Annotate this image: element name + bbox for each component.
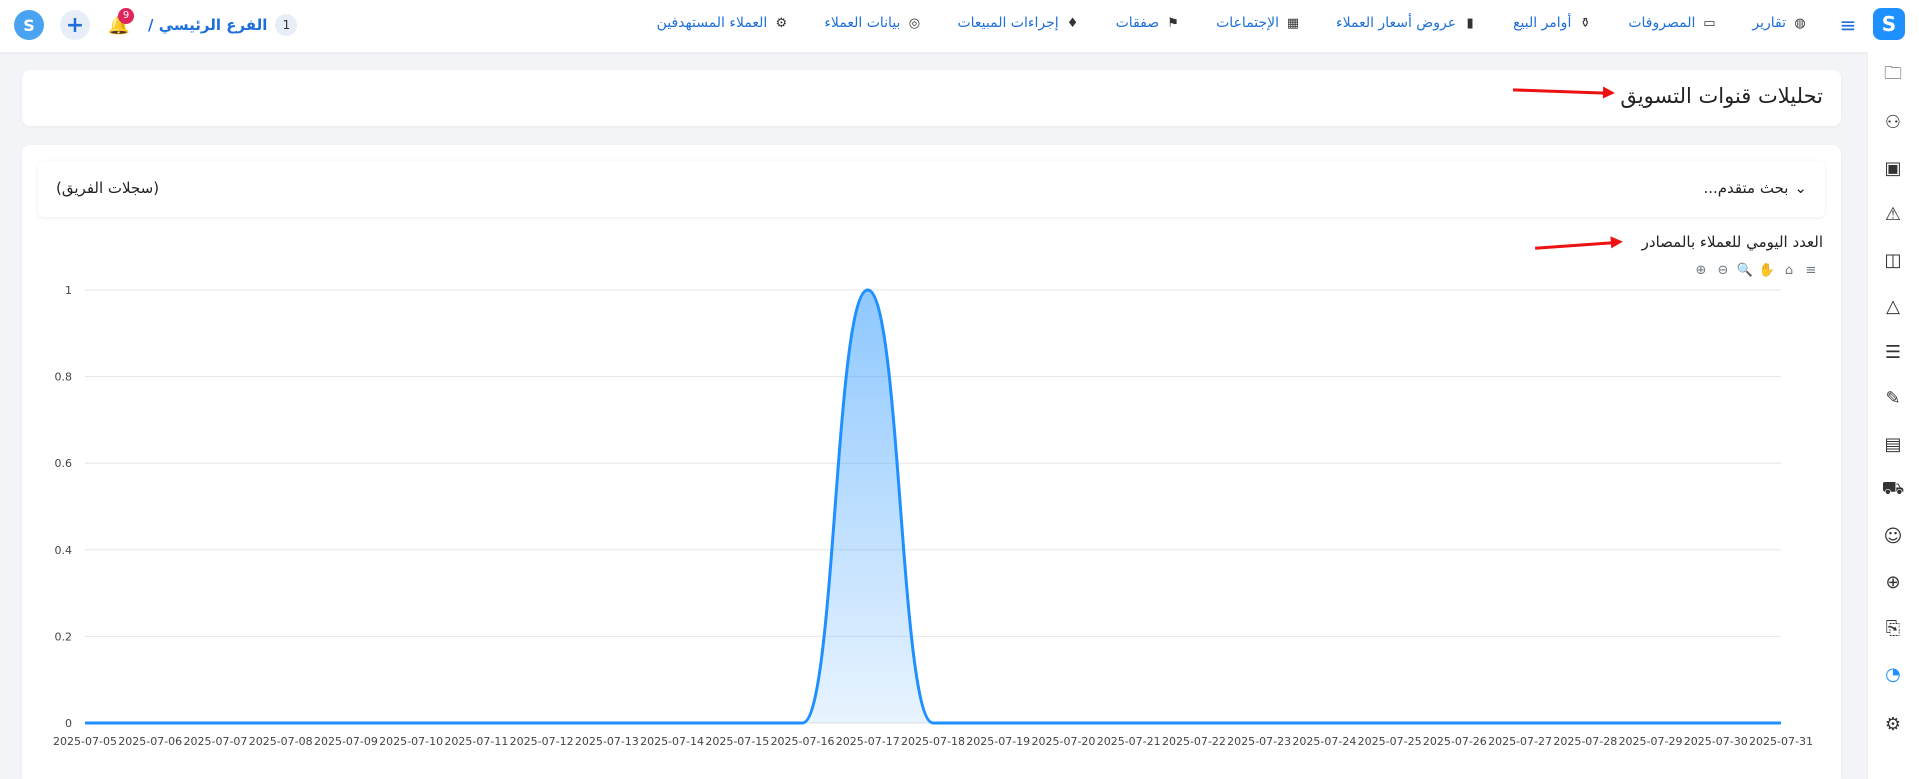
nav-item-8[interactable]: ◍ تقارير	[1752, 14, 1809, 32]
x-tick-label: 2025-07-06	[118, 735, 182, 748]
x-tick-label: 2025-07-10	[379, 735, 443, 748]
notifications-bell-icon[interactable]: 🔔 9	[104, 8, 134, 40]
meetings-icon: ▦	[1286, 15, 1300, 31]
x-tick-label: 2025-07-11	[444, 735, 508, 748]
nav-item-1[interactable]: ◎ بيانات العملاء	[824, 14, 923, 32]
x-tick-label: 2025-07-18	[901, 735, 965, 748]
x-tick-label: 2025-07-28	[1553, 735, 1617, 748]
x-tick-label: 2025-07-26	[1423, 735, 1487, 748]
notifications-badge: 9	[118, 8, 134, 24]
sidebar-item-new-file-icon[interactable]: 🗀	[1881, 63, 1905, 88]
x-tick-label: 2025-07-20	[1031, 735, 1095, 748]
top-bar: S ≡ ⚙ العملاء المستهدفين ◎ بيانات العملاء ♦ إ…	[0, 0, 1919, 52]
title-card: تحليلات قنوات التسويق	[22, 70, 1841, 126]
x-tick-label: 2025-07-27	[1488, 735, 1552, 748]
sidebar-item-video-icon[interactable]: ◫	[1881, 248, 1905, 272]
reports-icon: ◍	[1794, 15, 1806, 31]
nav-item-7[interactable]: ▭ المصروفات	[1628, 14, 1718, 32]
x-tick-label: 2025-07-16	[771, 735, 835, 748]
sidebar-item-teams-icon[interactable]: ⚇	[1881, 110, 1905, 134]
nav-item-2[interactable]: ♦ إجراءات المبيعات	[957, 14, 1081, 32]
sidebar-item-money-icon[interactable]: ▣	[1881, 156, 1905, 180]
sales-orders-icon: ⚱	[1579, 15, 1591, 31]
sidebar-item-user-icon[interactable]: ☺	[1881, 524, 1905, 548]
nav-item-label: أوامر البيع	[1513, 15, 1572, 31]
nav-item-label: بيانات العملاء	[824, 15, 901, 31]
x-tick-label: 2025-07-25	[1358, 735, 1422, 748]
nav-item-3[interactable]: ⚑ صفقات	[1116, 14, 1183, 32]
expenses-icon: ▭	[1703, 15, 1716, 31]
nav-item-5[interactable]: ▮ عروض أسعار العملاء	[1336, 14, 1479, 32]
nav-item-label: المصروفات	[1628, 15, 1696, 31]
area-fill	[85, 290, 1781, 723]
sidebar-item-analytics-icon[interactable]: ◔	[1881, 662, 1905, 686]
x-tick-label: 2025-07-31	[1749, 735, 1813, 748]
series-line	[85, 288, 1781, 725]
x-tick-label: 2025-07-09	[314, 735, 378, 748]
sales-actions-icon: ♦	[1066, 15, 1079, 31]
quotes-icon: ▮	[1466, 15, 1474, 31]
x-tick-label: 2025-07-12	[510, 735, 574, 748]
sidebar-item-add-document-icon[interactable]: ⊕	[1881, 570, 1905, 594]
y-tick-label: 0	[65, 717, 72, 730]
sidebar-item-delivery-icon[interactable]: ⛟	[1881, 478, 1905, 502]
nav-item-4[interactable]: ▦ الإجتماعات	[1216, 14, 1302, 32]
branch-number: 1	[275, 14, 298, 36]
nav-item-label: العملاء المستهدفين	[656, 15, 768, 31]
x-tick-label: 2025-07-19	[966, 735, 1030, 748]
page-title: تحليلات قنوات التسويق	[1620, 84, 1823, 108]
sidebar-item-warning-icon[interactable]: ⚠	[1881, 202, 1905, 226]
secondary-logo-icon[interactable]: S	[14, 10, 44, 40]
x-tick-label: 2025-07-15	[705, 735, 769, 748]
x-tick-label: 2025-07-30	[1684, 735, 1748, 748]
y-tick-label: 0.2	[55, 630, 73, 643]
branch-name: الفرع الرئيسي /	[148, 16, 268, 34]
nav-item-label: تقارير	[1752, 15, 1786, 31]
y-tick-label: 0.6	[55, 457, 73, 470]
sidebar-item-document-icon[interactable]: ▤	[1881, 432, 1905, 456]
x-tick-label: 2025-07-24	[1292, 735, 1356, 748]
nav-item-label: عروض أسعار العملاء	[1336, 15, 1457, 31]
nav-item-label: إجراءات المبيعات	[957, 15, 1059, 31]
customer-data-icon: ◎	[908, 15, 921, 31]
x-tick-label: 2025-07-14	[640, 735, 704, 748]
nav-item-label: الإجتماعات	[1216, 15, 1280, 31]
sidebar-item-invoice-icon[interactable]: ☰	[1881, 340, 1905, 364]
x-tick-label: 2025-07-08	[249, 735, 313, 748]
top-left-controls: + 🔔 9 1 الفرع الرئيسي /	[60, 8, 298, 40]
x-tick-label: 2025-07-21	[1097, 735, 1161, 748]
sidebar-item-attachment-icon[interactable]: ⎘	[1881, 616, 1905, 640]
deals-icon: ⚑	[1167, 15, 1179, 31]
nav-item-label: صفقات	[1115, 15, 1160, 31]
daily-customers-chart: 00.20.40.60.812025-07-05 2025-07-06 2025-0…	[53, 284, 1813, 748]
nav-item-0[interactable]: ⚙ العملاء المستهدفين	[657, 14, 791, 32]
x-tick-label: 2025-07-23	[1227, 735, 1291, 748]
x-tick-label: 2025-07-05	[53, 735, 117, 748]
y-tick-label: 0.8	[55, 371, 73, 384]
sidebar-item-mountain-icon[interactable]: △	[1881, 294, 1905, 318]
y-tick-label: 1	[65, 284, 72, 297]
branch-selector[interactable]: 1 الفرع الرئيسي /	[148, 14, 298, 36]
x-tick-label: 2025-07-17	[836, 735, 900, 748]
nav-item-6[interactable]: ⚱ أوامر البيع	[1513, 14, 1594, 32]
x-tick-label: 2025-07-29	[1619, 735, 1683, 748]
app-logo[interactable]: S	[1873, 8, 1905, 40]
hamburger-menu-icon[interactable]: ≡	[1837, 14, 1859, 36]
sidebar-item-settings-icon[interactable]: ⚙	[1881, 712, 1905, 736]
y-tick-label: 0.4	[55, 544, 73, 557]
x-tick-label: 2025-07-07	[183, 735, 247, 748]
x-tick-label: 2025-07-13	[575, 735, 639, 748]
x-tick-label: 2025-07-22	[1162, 735, 1226, 748]
users-target-icon: ⚙	[775, 15, 788, 31]
top-nav: ⚙ العملاء المستهدفين ◎ بيانات العملاء ♦ إجراء…	[657, 14, 1809, 32]
add-button[interactable]: +	[60, 10, 90, 40]
sidebar-item-sign-icon[interactable]: ✎	[1881, 386, 1905, 410]
